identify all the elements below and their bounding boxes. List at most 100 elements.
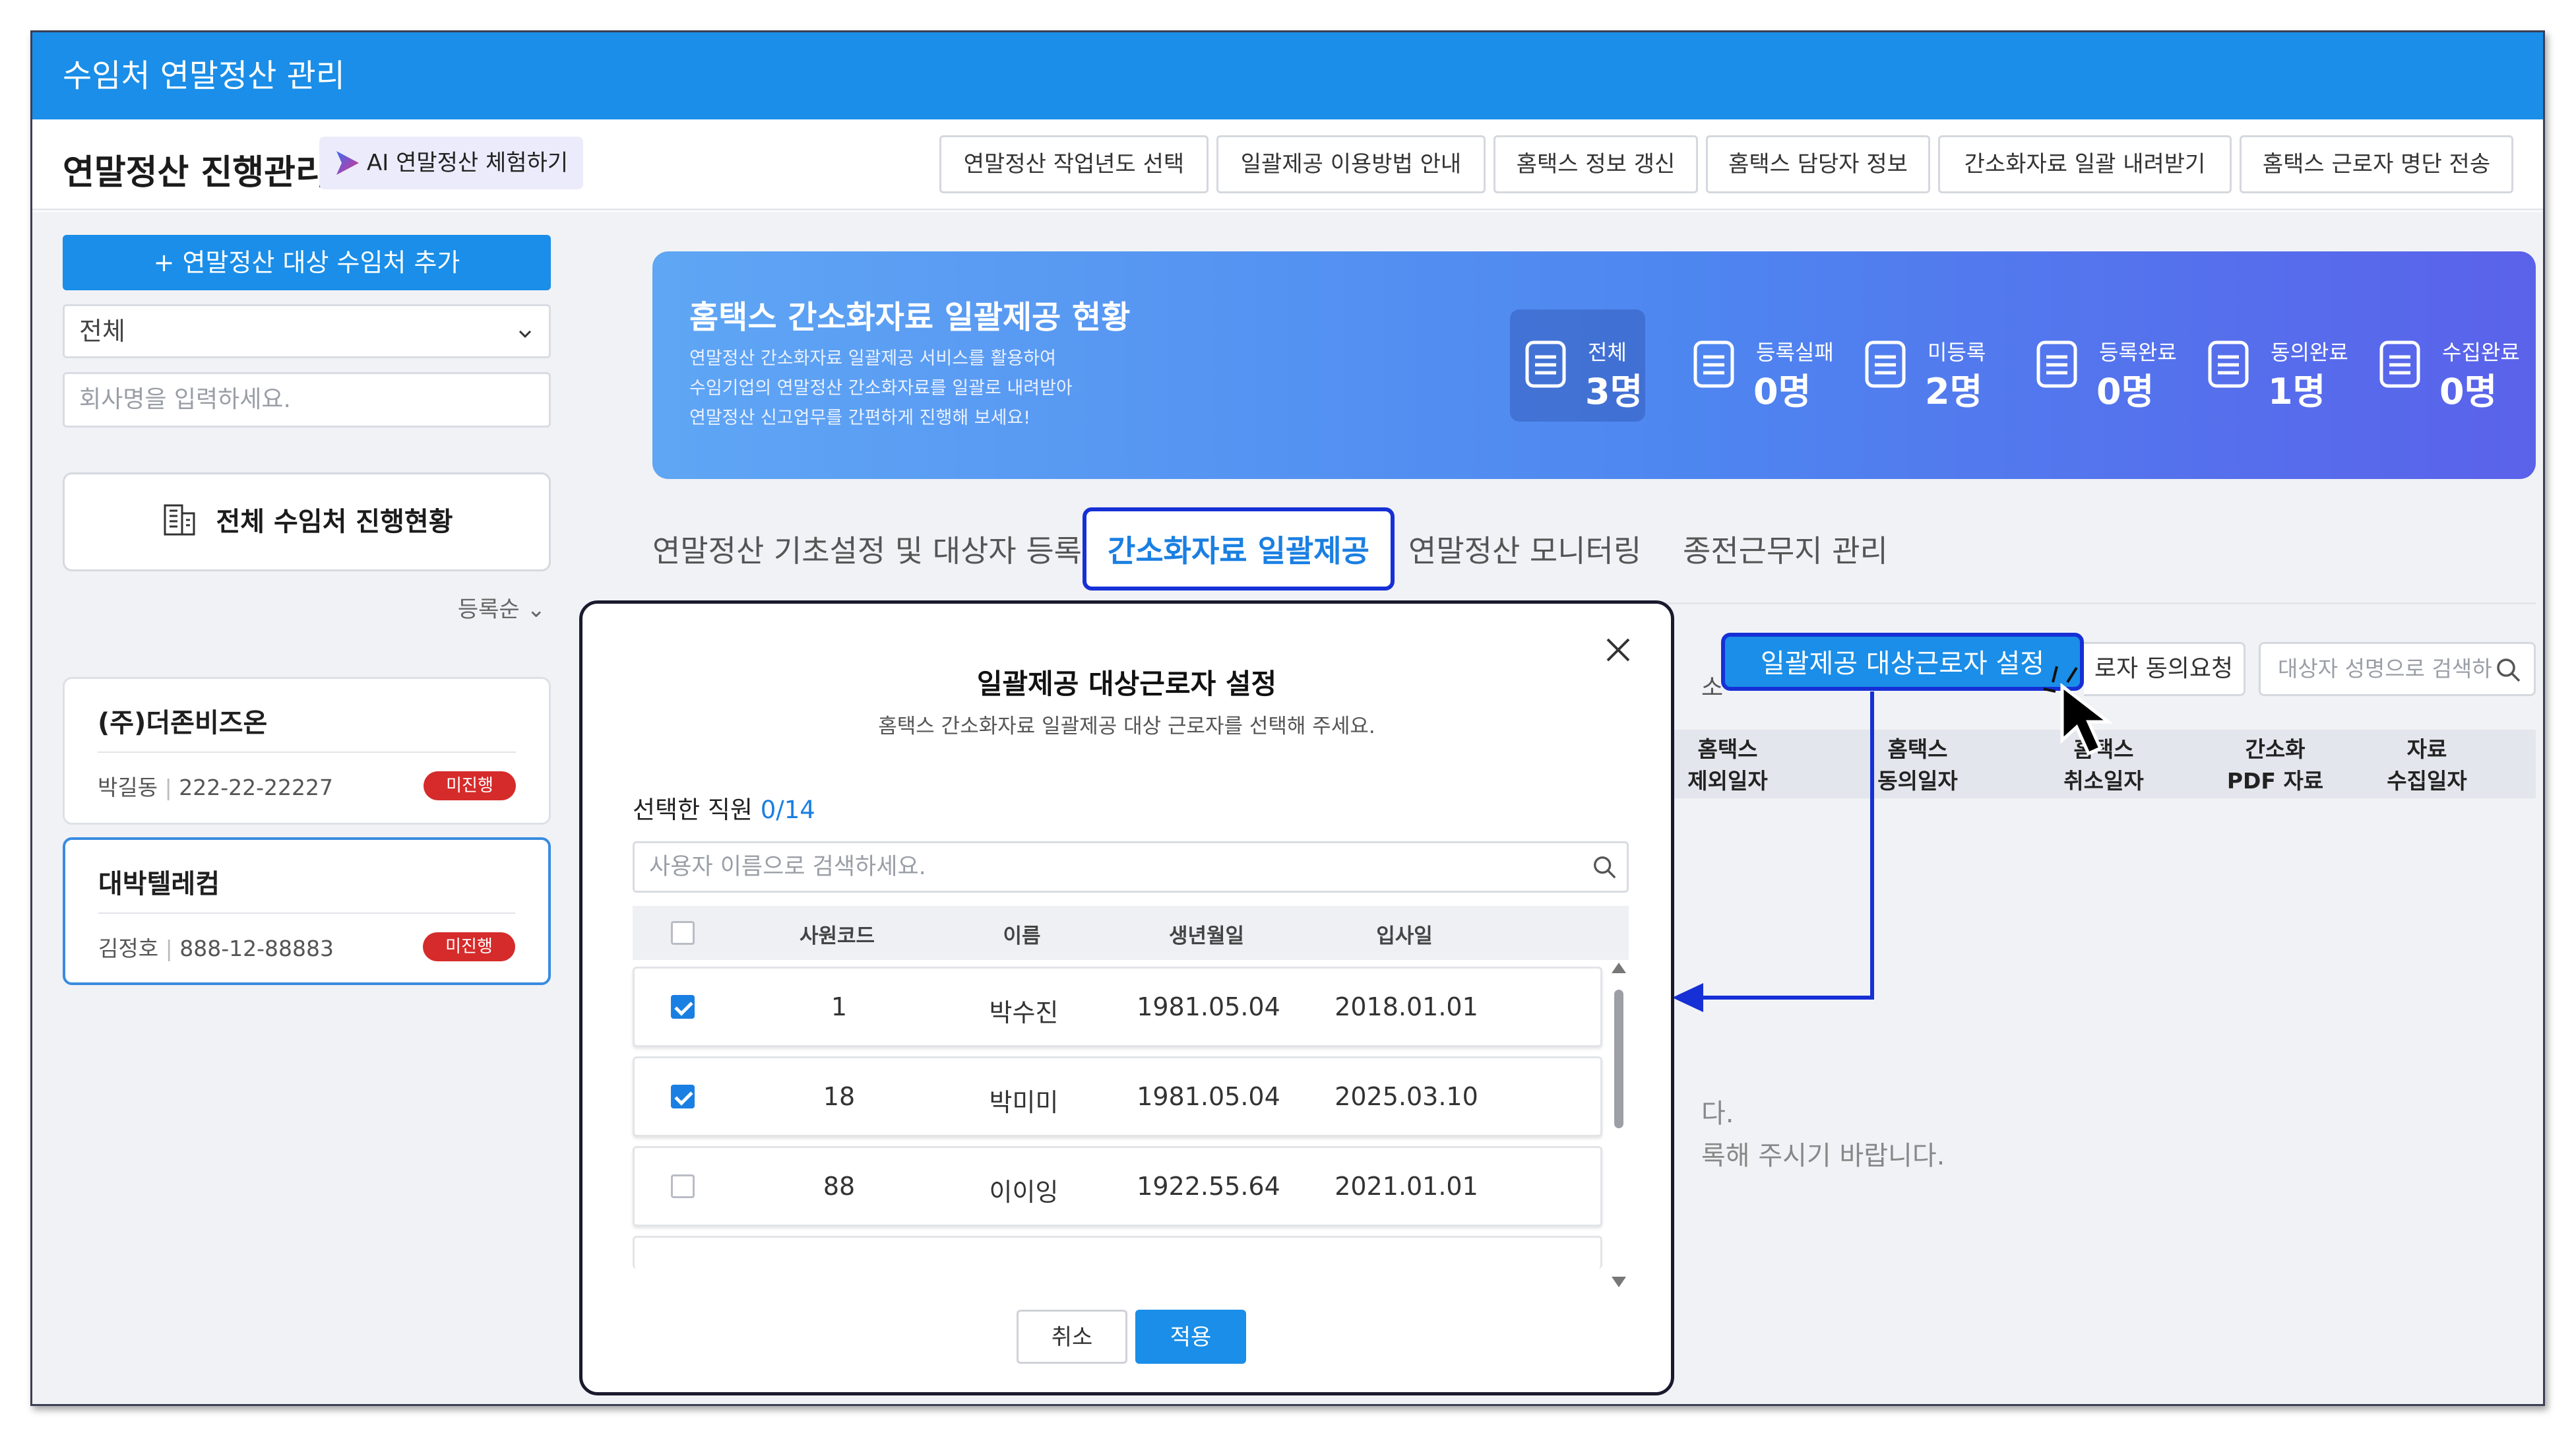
selected-label: 선택한 직원: [633, 796, 753, 824]
work-year-button[interactable]: 연말정산 작업년도 선택: [939, 135, 1209, 193]
chevron-down-icon: ⌄: [526, 596, 546, 623]
employee-name: 박미미: [989, 1088, 1059, 1117]
scrollbar[interactable]: [1605, 960, 1631, 1290]
banner-desc-line: 수임기업의 연말정산 간소화자료를 일괄로 내려받아: [689, 378, 1073, 399]
row-checkbox[interactable]: [671, 1085, 695, 1108]
modal-title: 일괄제공 대상근로자 설정: [976, 668, 1277, 700]
document-icon: [2208, 340, 2249, 388]
filter-select[interactable]: 전체: [63, 304, 551, 358]
tab-previous-workplace[interactable]: 종전근무지 관리: [1683, 527, 1888, 571]
employee-row[interactable]: 18 박미미 1981.05.04 2025.03.10: [633, 1056, 1602, 1137]
select-all-checkbox[interactable]: [671, 921, 695, 945]
add-company-button[interactable]: + 연말정산 대상 수임처 추가: [63, 235, 551, 290]
scroll-up-icon[interactable]: [1612, 963, 1626, 973]
document-icon: [1525, 340, 1566, 388]
target-worker-setting-button[interactable]: 일괄제공 대상근로자 설정: [1721, 633, 2084, 691]
chevron-down-icon: [518, 330, 532, 338]
page-title: 연말정산 진행관리: [63, 153, 327, 193]
employee-join-date: 2025.03.10: [1335, 1082, 1478, 1111]
employee-table-header: 사원코드 이름 생년월일 입사일: [633, 906, 1629, 960]
sort-dropdown[interactable]: 등록순 ⌄: [458, 591, 546, 624]
employee-birth: 1922.55.64: [1137, 1172, 1280, 1201]
ai-trial-label: AI 연말정산 체험하기: [367, 150, 569, 176]
employee-join-date: 2018.01.01: [1335, 992, 1478, 1021]
modal-subtitle: 홈택스 간소화자료 일괄제공 대상 근로자를 선택해 주세요.: [878, 715, 1375, 738]
employee-birth: 1981.05.04: [1137, 1082, 1280, 1111]
all-status-button[interactable]: 전체 수임처 진행현황: [63, 472, 551, 571]
col-name: 이름: [1003, 924, 1041, 948]
apply-button[interactable]: 적용: [1135, 1310, 1246, 1364]
filter-value: 전체: [79, 317, 125, 346]
document-icon: [1693, 340, 1734, 388]
tab-monitoring[interactable]: 연말정산 모니터링: [1408, 527, 1641, 571]
document-icon: [1865, 340, 1906, 388]
selected-count-value: 0/14: [760, 796, 815, 824]
tab-bulk-provision[interactable]: 간소화자료 일괄제공: [1083, 507, 1395, 591]
close-icon[interactable]: [1604, 635, 1633, 664]
company-card-selected[interactable]: 대박텔레컴 김정호 | 888-12-88883 미진행: [63, 837, 551, 985]
hometax-manager-button[interactable]: 홈택스 담당자 정보: [1706, 135, 1930, 193]
employee-join-date: 2021.01.01: [1335, 1172, 1478, 1201]
stat-value: 0명: [2096, 371, 2154, 412]
company-biz-no: 222-22-22227: [179, 775, 333, 800]
status-banner: 홈택스 간소화자료 일괄제공 현황 연말정산 간소화자료 일괄제공 서비스를 활…: [652, 251, 2536, 479]
search-icon: [1594, 856, 1616, 879]
company-info: 박길동 | 222-22-22227: [98, 775, 333, 800]
window-title: 수임처 연말정산 관리: [32, 32, 2543, 119]
tab-bar: 연말정산 기초설정 및 대상자 등록 간소화자료 일괄제공 연말정산 모니터링 …: [652, 507, 2536, 604]
employee-birth: 1981.05.04: [1137, 992, 1280, 1021]
empty-line: 록해 주시기 바랍니다.: [1701, 1141, 1945, 1171]
row-checkbox[interactable]: [671, 1174, 695, 1198]
employee-code: 88: [823, 1172, 856, 1201]
employee-code: 18: [823, 1082, 856, 1111]
tab-basic-setup[interactable]: 연말정산 기초설정 및 대상자 등록: [652, 527, 1082, 571]
row-checkbox[interactable]: [671, 995, 695, 1019]
hometax-refresh-button[interactable]: 홈택스 정보 갱신: [1493, 135, 1698, 193]
stat-failed: 등록실패 0명: [1678, 309, 1834, 422]
usage-guide-button[interactable]: 일괄제공 이용방법 안내: [1216, 135, 1486, 193]
play-icon: [336, 151, 359, 175]
employee-name: 이이잉: [989, 1178, 1059, 1207]
document-icon: [2036, 340, 2077, 388]
banner-desc-line: 연말정산 간소화자료 일괄제공 서비스를 활용하여: [689, 348, 1056, 369]
company-name: 대박텔레컴: [98, 869, 220, 899]
empty-message: 다. 록해 주시기 바랍니다.: [1701, 1093, 1945, 1177]
divider: [98, 751, 516, 753]
sort-label: 등록순: [457, 596, 520, 623]
bulk-download-button[interactable]: 간소화자료 일괄 내려받기: [1938, 135, 2232, 193]
building-icon: [164, 504, 195, 536]
col-birth: 생년월일: [1168, 924, 1245, 948]
company-name: (주)더존비즈온: [98, 708, 268, 738]
stat-value: 0명: [2439, 371, 2497, 412]
company-owner: 김정호: [98, 936, 159, 961]
stat-unregistered: 미등록 2명: [1850, 309, 1986, 422]
document-icon: [2379, 340, 2420, 388]
header-pdf: 간소화 PDF 자료: [2226, 736, 2324, 794]
stat-value: 2명: [1925, 371, 1983, 412]
header-collected-date: 자료 수집일자: [2387, 736, 2467, 794]
status-badge: 미진행: [424, 771, 516, 800]
target-worker-modal: 일괄제공 대상근로자 설정 홈택스 간소화자료 일괄제공 대상 근로자를 선택해…: [579, 600, 1674, 1395]
employee-row[interactable]: 1 박수진 1981.05.04 2018.01.01: [633, 967, 1602, 1047]
ai-trial-button[interactable]: AI 연말정산 체험하기: [319, 137, 583, 189]
employee-search-input[interactable]: 사용자 이름으로 검색하세요.: [633, 841, 1629, 893]
cancel-button[interactable]: 취소: [1017, 1310, 1127, 1364]
stat-value: 3명: [1585, 371, 1643, 412]
scroll-down-icon[interactable]: [1612, 1277, 1626, 1287]
empty-line: 다.: [1701, 1099, 1734, 1129]
banner-desc-line: 연말정산 신고업무를 간편하게 진행해 보세요!: [689, 408, 1031, 428]
stat-registered: 등록완료 0명: [2021, 309, 2177, 422]
stat-consented: 동의완료 1명: [2193, 309, 2348, 422]
scroll-thumb[interactable]: [1614, 990, 1623, 1128]
send-worker-list-button[interactable]: 홈택스 근로자 명단 전송: [2240, 135, 2513, 193]
target-search-input[interactable]: 대상자 성명으로 검색하: [2259, 642, 2536, 696]
employee-row-partial: [633, 1236, 1602, 1269]
page-header: 연말정산 진행관리 AI 연말정산 체험하기 연말정산 작업년도 선택 일괄제공…: [32, 119, 2543, 210]
employee-search-placeholder: 사용자 이름으로 검색하세요.: [649, 854, 926, 880]
company-card[interactable]: (주)더존비즈온 박길동 | 222-22-22227 미진행: [63, 677, 551, 825]
company-search-input[interactable]: 회사명을 입력하세요.: [63, 372, 551, 428]
stat-value: 0명: [1753, 371, 1811, 412]
mouse-pointer-icon: [2043, 666, 2114, 756]
banner-title: 홈택스 간소화자료 일괄제공 현황: [689, 299, 1131, 336]
employee-row[interactable]: 88 이이잉 1922.55.64 2021.01.01: [633, 1146, 1602, 1227]
